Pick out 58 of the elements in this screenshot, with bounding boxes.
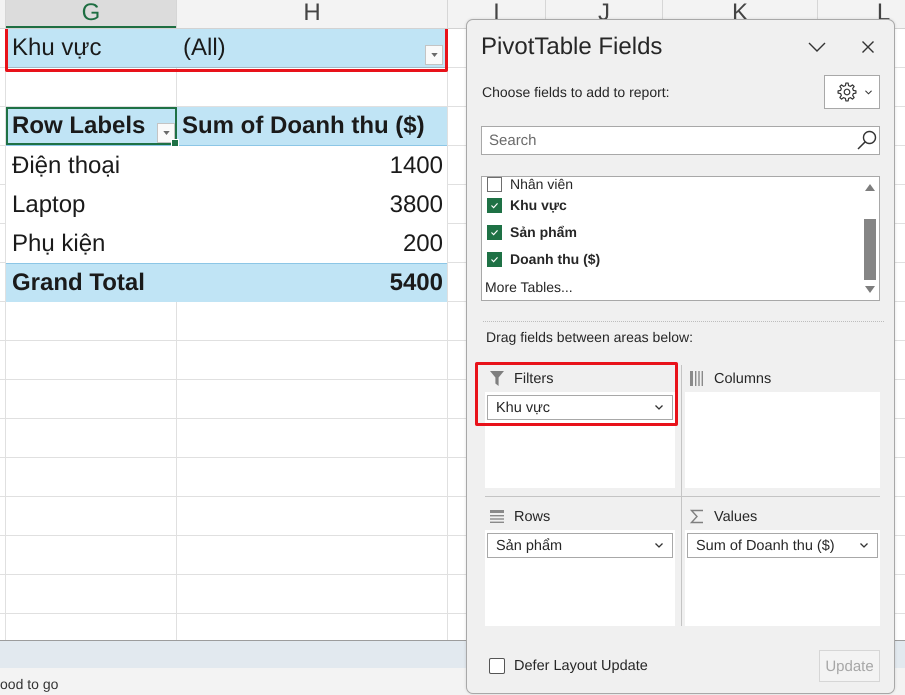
chevron-down-icon <box>865 90 872 94</box>
field-label[interactable]: Khu vực <box>510 198 567 213</box>
column-header[interactable]: H <box>177 0 448 28</box>
chevron-down-icon <box>655 543 663 548</box>
header-label: Sum of Doanh thu ($) <box>182 112 425 140</box>
field-label[interactable]: Sản phẩm <box>510 225 577 240</box>
area-title: Columns <box>714 370 772 386</box>
columns-icon <box>690 371 704 386</box>
gear-icon <box>837 82 857 102</box>
row-label: Phụ kiện <box>12 230 106 258</box>
caret-icon <box>430 53 438 57</box>
checkbox[interactable] <box>489 658 505 674</box>
panel-title: PivotTable Fields <box>481 33 662 61</box>
field-label[interactable]: Nhân viên <box>510 177 574 192</box>
filter-field-label: Khu vực <box>11 34 102 62</box>
fill-handle[interactable] <box>171 139 179 147</box>
filter-dropdown-button[interactable] <box>425 45 443 65</box>
status-text: ood to go <box>0 676 58 693</box>
checkbox[interactable] <box>487 225 502 240</box>
area-title: Rows <box>514 508 550 524</box>
row-value: 1400 <box>390 152 443 180</box>
field-dropdown[interactable]: Sản phẩm <box>487 533 673 558</box>
row-label: Điện thoại <box>12 152 120 180</box>
field-dropdown[interactable]: Sum of Doanh thu ($) <box>687 533 878 558</box>
more-tables-link[interactable]: More Tables... <box>485 278 573 294</box>
areas-hint: Drag fields between areas below: <box>485 329 694 345</box>
scroll-down-icon[interactable] <box>865 286 875 293</box>
grand-total-value: 5400 <box>390 269 444 297</box>
row-label: Laptop <box>12 190 86 218</box>
grand-total-label: Grand Total <box>11 269 145 297</box>
field-dropdown[interactable]: Khu vực <box>487 395 673 420</box>
column-header[interactable]: G <box>6 0 177 28</box>
scrollbar-thumb[interactable] <box>864 219 876 280</box>
area-title: Filters <box>514 370 554 386</box>
settings-button[interactable] <box>824 75 880 109</box>
sigma-icon <box>690 509 704 524</box>
row-value: 200 <box>402 230 443 258</box>
checkbox[interactable] <box>487 177 502 192</box>
scroll-up-icon[interactable] <box>865 184 875 191</box>
search-icon[interactable] <box>857 130 877 150</box>
field-label[interactable]: Doanh thu ($) <box>510 252 600 267</box>
area-title: Values <box>714 508 758 524</box>
checkbox[interactable] <box>487 252 502 267</box>
close-icon[interactable] <box>862 41 874 53</box>
chevron-down-icon <box>655 405 663 410</box>
checkbox-label[interactable]: Defer Layout Update <box>514 658 648 674</box>
filter-dropdown-button[interactable] <box>157 123 175 143</box>
chevron-down-icon <box>860 543 868 548</box>
filter-icon <box>490 371 504 386</box>
chevron-down-icon[interactable] <box>808 42 826 52</box>
search-field[interactable]: Search <box>481 126 880 155</box>
checkbox[interactable] <box>487 198 502 213</box>
row-value: 3800 <box>390 190 443 218</box>
rows-icon <box>490 509 504 524</box>
panel-instructions: Choose fields to add to report: <box>481 84 670 100</box>
caret-icon <box>162 131 170 135</box>
filter-value: (All) <box>182 34 227 62</box>
header-label: Row Labels <box>12 112 146 140</box>
